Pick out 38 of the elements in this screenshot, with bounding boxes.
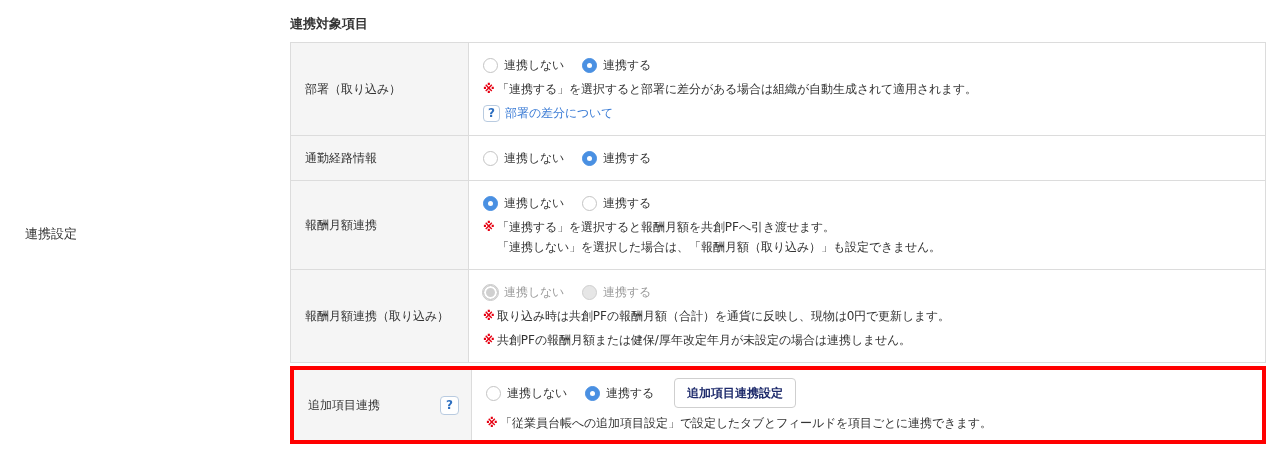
settings-button[interactable]: 追加項目連携設定	[674, 378, 796, 408]
row-label: 部署（取り込み）	[305, 81, 401, 98]
help-link[interactable]: ? 部署の差分について	[483, 104, 1251, 122]
radio-option[interactable]: 連携しない	[483, 149, 564, 167]
radio-button[interactable]	[585, 385, 600, 401]
help-button[interactable]: ?	[440, 395, 459, 415]
radio-button[interactable]	[483, 57, 498, 73]
table-title: 連携対象項目	[290, 15, 369, 33]
radio-option[interactable]: 連携する	[582, 56, 651, 74]
help-icon: ?	[483, 104, 500, 122]
note-mark: ※	[486, 415, 498, 432]
radio-option[interactable]: 連携する	[582, 194, 651, 212]
note-mark: ※	[483, 332, 495, 349]
radio-option[interactable]: 連携しない	[486, 384, 567, 402]
radio-button[interactable]	[483, 195, 498, 211]
note-text: 「従業員台帳への追加項目設定」で設定したタブとフィールドを項目ごとに連携できます。	[499, 415, 992, 432]
radio-option[interactable]: 連携しない	[483, 194, 564, 212]
note-mark: ※	[483, 308, 495, 325]
radio-button[interactable]	[483, 150, 498, 166]
radio-option[interactable]: 連携しない	[483, 56, 564, 74]
note-text: 取り込み時は共創PFの報酬月額（合計）を通貨に反映し、現物は0円で更新します。	[496, 308, 951, 325]
note-text: 「連携する」を選択すると報酬月額を共創PFへ引き渡せます。	[496, 219, 836, 236]
row-label: 追加項目連携	[308, 397, 380, 414]
row-label: 報酬月額連携	[305, 217, 377, 234]
section-label: 連携設定	[25, 224, 77, 243]
radio-button[interactable]	[582, 195, 597, 211]
row-label: 報酬月額連携（取り込み）	[305, 308, 449, 325]
radio-button[interactable]	[582, 57, 597, 73]
radio-button[interactable]	[486, 385, 501, 401]
radio-option[interactable]: 連携する	[585, 384, 654, 402]
note-text: 共創PFの報酬月額または健保/厚年改定年月が未設定の場合は連携しません。	[496, 332, 911, 349]
note-mark: ※	[483, 219, 495, 236]
note-text: 「連携する」を選択すると部署に差分がある場合は組織が自動生成されて適用されます。	[496, 81, 977, 98]
row-label: 通勤経路情報	[305, 150, 377, 167]
radio-button[interactable]	[582, 150, 597, 166]
note-text: 「連携しない」を選択した場合は、「報酬月額（取り込み）」も設定できません。	[496, 239, 941, 256]
radio-option[interactable]: 連携する	[582, 149, 651, 167]
note-mark: ※	[483, 81, 495, 98]
